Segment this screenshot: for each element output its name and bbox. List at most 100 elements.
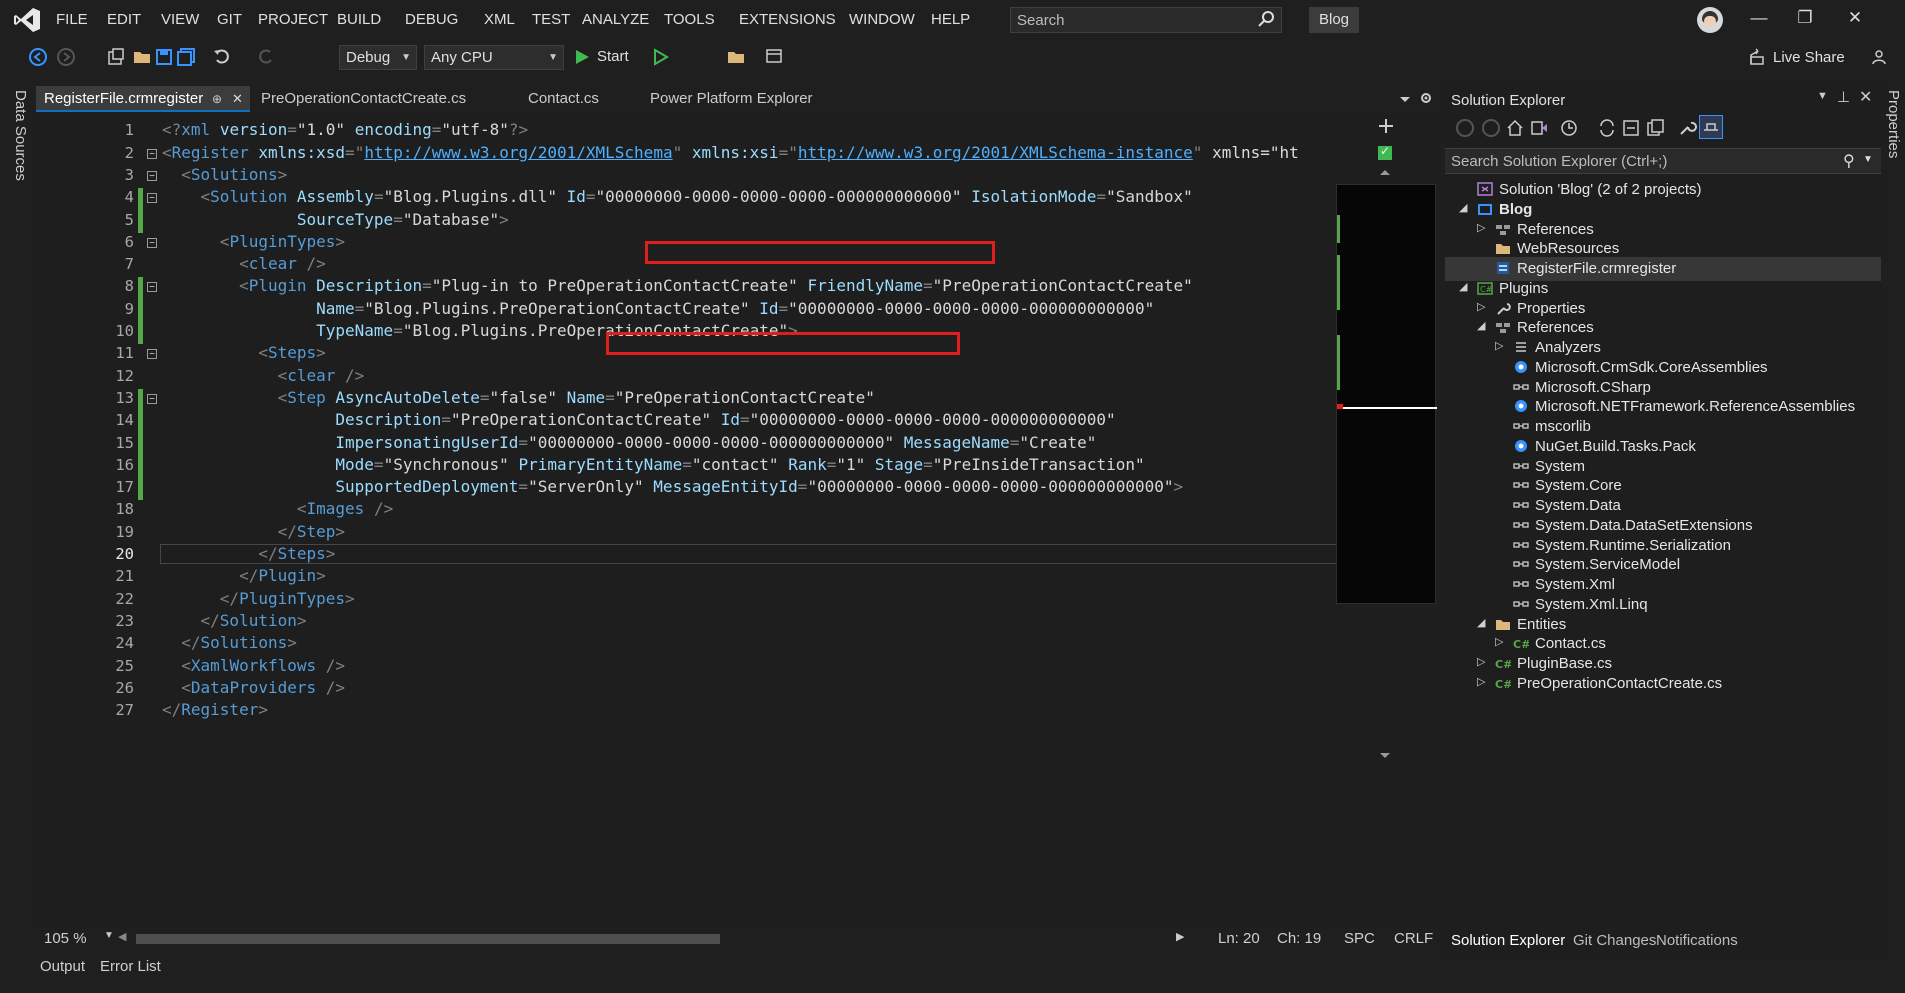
expanded-chevron-icon[interactable]: ◢ [1477,319,1485,332]
code-line[interactable]: <Images /> [162,499,393,518]
zoom-dropdown-icon[interactable]: ▼ [104,930,114,941]
new-project-icon[interactable] [106,47,126,67]
code-line[interactable]: </Solution> [162,611,307,630]
collapsed-chevron-icon[interactable]: ▷ [1477,221,1485,234]
collapse-region-icon[interactable]: − [147,193,157,204]
horizontal-scrollbar-thumb[interactable] [136,934,720,944]
panel-tab-solution-explorer[interactable]: Solution Explorer [1451,932,1565,949]
output-tab[interactable]: Output [40,958,85,975]
line-indicator[interactable]: Ln: 20 [1218,930,1260,947]
search-box[interactable]: Search [1010,7,1282,33]
panel-tab-git-changes[interactable]: Git Changes [1573,932,1656,949]
menu-help[interactable]: HELP [931,11,970,28]
code-line[interactable]: </PluginTypes> [162,589,355,608]
menu-edit[interactable]: EDIT [107,11,141,28]
layout-icon[interactable] [764,47,784,67]
undo-icon[interactable] [212,47,232,67]
expanded-chevron-icon[interactable]: ◢ [1459,201,1467,214]
collapse-region-icon[interactable]: − [147,170,157,181]
scroll-right-icon[interactable]: ▶ [1176,930,1184,943]
editor-settings-gear-icon[interactable] [1418,90,1434,106]
code-line[interactable]: <?xml version="1.0" encoding="utf-8"?> [162,120,528,139]
code-line[interactable]: <Step AsyncAutoDelete="false" Name="PreO… [162,388,875,407]
live-share-icon[interactable] [1748,47,1768,67]
solution-explorer-folder-icon[interactable] [726,47,746,67]
menu-debug[interactable]: DEBUG [405,11,458,28]
solution-explorer-search[interactable]: Search Solution Explorer (Ctrl+;) ⚲ ▼ [1445,148,1881,174]
close-tab-icon[interactable]: ✕ [232,86,243,112]
code-line[interactable]: <Solution Assembly="Blog.Plugins.dll" Id… [162,187,1193,206]
collapsed-chevron-icon[interactable]: ▷ [1477,675,1485,688]
zoom-level[interactable]: 105 % [44,930,87,947]
scroll-left-icon[interactable]: ◀ [118,930,126,943]
vertical-scrollbar-map[interactable]: ✓ [1336,114,1437,934]
line-ending-indicator[interactable]: CRLF [1394,930,1433,947]
menu-build[interactable]: BUILD [337,11,381,28]
menu-git[interactable]: GIT [217,11,242,28]
code-line[interactable]: <Steps> [162,343,325,362]
menu-view[interactable]: VIEW [161,11,199,28]
collapsed-chevron-icon[interactable]: ▷ [1495,635,1503,648]
collapsed-chevron-icon[interactable]: ▷ [1477,655,1485,668]
solution-name-badge[interactable]: Blog [1309,7,1359,33]
properties-wrench-icon[interactable] [1677,118,1697,138]
auto-hide-pin-icon[interactable]: ⊥ [1837,88,1850,106]
show-all-files-icon[interactable] [1645,118,1665,138]
start-icon[interactable] [572,47,592,67]
code-line[interactable]: </Register> [162,700,268,719]
menu-analyze[interactable]: ANALYZE [582,11,649,28]
data-sources-tab[interactable]: Data Sources [12,90,29,181]
panel-options-dropdown-icon[interactable]: ▼ [1817,90,1828,102]
code-line[interactable]: Description="PreOperationContactCreate" … [162,410,1115,429]
search-options-dropdown-icon[interactable]: ▼ [1863,154,1873,165]
menu-tools[interactable]: TOOLS [664,11,715,28]
restore-button[interactable]: ❐ [1790,8,1820,32]
column-indicator[interactable]: Ch: 19 [1277,930,1321,947]
start-without-debugging-icon[interactable] [650,47,670,67]
code-line[interactable]: </Solutions> [162,633,297,652]
navigate-forward-icon[interactable] [56,47,76,67]
scroll-down-icon[interactable] [1379,752,1391,760]
close-window-button[interactable]: ✕ [1840,8,1870,32]
collapse-region-icon[interactable]: − [147,349,157,360]
collapse-all-icon[interactable] [1621,118,1641,138]
forward-icon[interactable] [1481,118,1501,138]
preview-selected-items-button[interactable] [1699,115,1723,139]
pending-changes-filter-icon[interactable] [1559,118,1579,138]
start-button-label[interactable]: Start [597,48,629,65]
expanded-chevron-icon[interactable]: ◢ [1459,280,1467,293]
tree-item-preoperationcontactcreate-cs[interactable]: ▷ C# PreOperationContactCreate.cs [1445,672,1881,696]
collapse-region-icon[interactable]: − [147,282,157,293]
menu-file[interactable]: FILE [56,11,88,28]
menu-project[interactable]: PROJECT [258,11,328,28]
split-editor-icon[interactable] [1378,118,1394,134]
code-line[interactable]: SourceType="Database"> [162,210,509,229]
sync-with-active-document-icon[interactable] [1597,118,1617,138]
code-line[interactable]: <Register xmlns:xsd="http://www.w3.org/2… [162,143,1299,162]
no-issues-check-icon[interactable]: ✓ [1378,144,1392,160]
tab-preoperationcontactcreate-cs[interactable]: PreOperationContactCreate.cs [253,86,517,112]
open-folder-icon[interactable] [132,47,152,67]
tab-power-platform-explorer[interactable]: Power Platform Explorer [642,86,862,112]
back-icon[interactable] [1455,118,1475,138]
menu-xml[interactable]: XML [484,11,515,28]
code-editor[interactable]: 1 2−3−4−5 6−7 8−9 10 11−12 13−14 15 16 17 18 19 20 21… [36,112,1373,932]
menu-extensions[interactable]: EXTENSIONS [739,11,836,28]
collapsed-chevron-icon[interactable]: ▷ [1495,339,1503,352]
live-share-label[interactable]: Live Share [1773,49,1845,66]
collapse-region-icon[interactable]: − [147,393,157,404]
code-line[interactable]: Name="Blog.Plugins.PreOperationContactCr… [162,299,1154,318]
home-icon[interactable] [1505,118,1525,138]
code-minimap[interactable] [1336,184,1437,604]
search-icon[interactable]: ⚲ [1843,151,1855,171]
solution-configuration-dropdown[interactable]: Debug ▼ [339,45,417,70]
panel-tab-notifications[interactable]: Notifications [1656,932,1738,949]
expanded-chevron-icon[interactable]: ◢ [1477,616,1485,629]
tab-list-dropdown-icon[interactable] [1398,92,1412,106]
properties-tab[interactable]: Properties [1885,90,1902,158]
close-panel-icon[interactable]: ✕ [1859,87,1872,107]
code-line[interactable]: ImpersonatingUserId="00000000-0000-0000-… [162,433,1096,452]
save-icon[interactable] [154,47,174,67]
code-line[interactable]: </Step> [162,522,345,541]
collapsed-chevron-icon[interactable]: ▷ [1477,300,1485,313]
